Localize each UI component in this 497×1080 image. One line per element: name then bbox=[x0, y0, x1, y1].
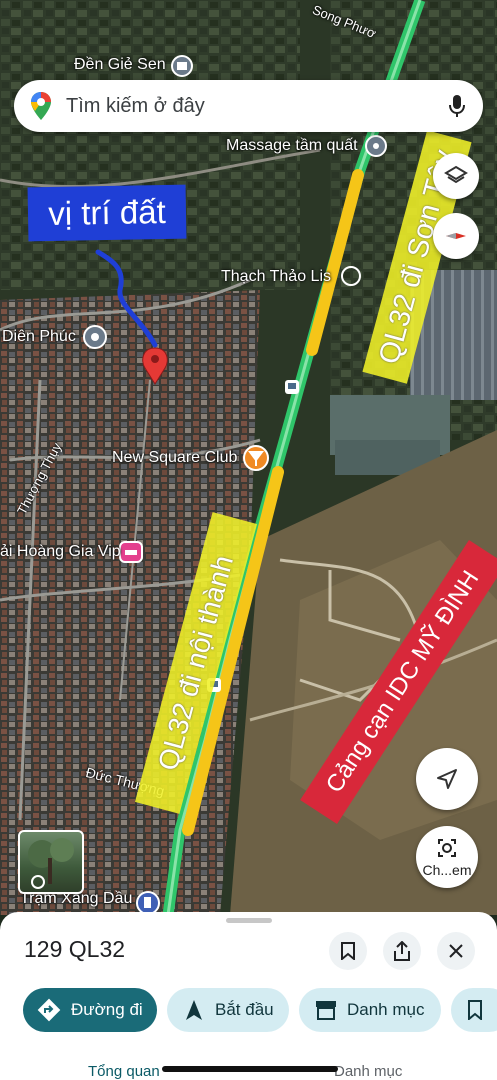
gas-station-icon[interactable] bbox=[136, 891, 160, 915]
tab-catalog[interactable]: Danh mục bbox=[334, 1063, 402, 1080]
sheet-drag-handle[interactable] bbox=[226, 918, 272, 923]
share-icon bbox=[394, 941, 410, 961]
place-label-new-square-club[interactable]: New Square Club bbox=[112, 449, 237, 467]
save-chip-button[interactable] bbox=[451, 988, 497, 1032]
bar-place-icon[interactable] bbox=[243, 445, 269, 471]
place-label-thach-thao[interactable]: Thạch Thảo Lis bbox=[221, 268, 331, 286]
directions-label: Đường đi bbox=[71, 1000, 143, 1019]
lens-search-label: Ch...em bbox=[422, 862, 472, 878]
layers-icon bbox=[444, 165, 468, 184]
hotel-place-icon[interactable] bbox=[119, 541, 143, 563]
search-bar[interactable]: Tìm kiếm ở đây bbox=[14, 80, 483, 132]
layers-button[interactable] bbox=[433, 153, 479, 199]
place-title: 129 QL32 bbox=[24, 936, 126, 962]
close-button[interactable] bbox=[437, 932, 475, 970]
place-label-massage[interactable]: Massage tầm quất bbox=[226, 137, 358, 155]
my-location-button[interactable] bbox=[416, 748, 478, 810]
share-button[interactable] bbox=[383, 932, 421, 970]
navigation-arrow-icon bbox=[437, 769, 457, 789]
annotation-vi-tri-dat-text: vị trí đất bbox=[47, 192, 166, 233]
directions-icon bbox=[37, 998, 61, 1022]
bookmark-icon bbox=[341, 942, 355, 960]
maps-logo-icon bbox=[31, 92, 51, 120]
home-indicator bbox=[162, 1066, 338, 1072]
start-button[interactable]: Bắt đầu bbox=[167, 988, 289, 1032]
street-view-image bbox=[28, 838, 74, 889]
annotation-vi-tri-dat: vị trí đất bbox=[27, 184, 187, 242]
massage-place-icon[interactable] bbox=[365, 135, 387, 157]
place-label-dien-phuc[interactable]: Diên Phúc bbox=[2, 328, 76, 346]
tab-overview[interactable]: Tổng quan bbox=[88, 1063, 160, 1080]
bus-stop-icon[interactable] bbox=[285, 380, 299, 394]
close-icon bbox=[449, 944, 463, 958]
lens-search-button[interactable]: Ch...em bbox=[416, 826, 478, 888]
temple-icon[interactable] bbox=[171, 55, 193, 77]
place-label-hoang-gia-vip[interactable]: ải Hoàng Gia Vip bbox=[0, 543, 121, 561]
bookmark-icon bbox=[468, 1000, 482, 1020]
microphone-icon[interactable] bbox=[449, 94, 465, 118]
gear-place-icon[interactable] bbox=[83, 325, 107, 349]
directions-button[interactable]: Đường đi bbox=[23, 988, 157, 1032]
compass-button[interactable] bbox=[433, 213, 479, 259]
storefront-icon bbox=[316, 1001, 336, 1020]
street-view-thumbnail[interactable] bbox=[18, 830, 84, 894]
compass-icon bbox=[446, 233, 466, 239]
camera-search-icon bbox=[438, 839, 456, 857]
start-label: Bắt đầu bbox=[215, 1000, 274, 1019]
save-button[interactable] bbox=[329, 932, 367, 970]
catalog-button[interactable]: Danh mục bbox=[299, 988, 441, 1032]
navigation-start-icon bbox=[186, 1000, 202, 1020]
place-label-den-gie-sen[interactable]: Đền Giẻ Sen bbox=[74, 56, 166, 74]
catalog-label: Danh mục bbox=[347, 1000, 425, 1019]
map-canvas[interactable]: Đền Giẻ Sen Song Phươ Massage tầm quất T… bbox=[0, 0, 497, 916]
search-input[interactable]: Tìm kiếm ở đây bbox=[66, 95, 205, 118]
